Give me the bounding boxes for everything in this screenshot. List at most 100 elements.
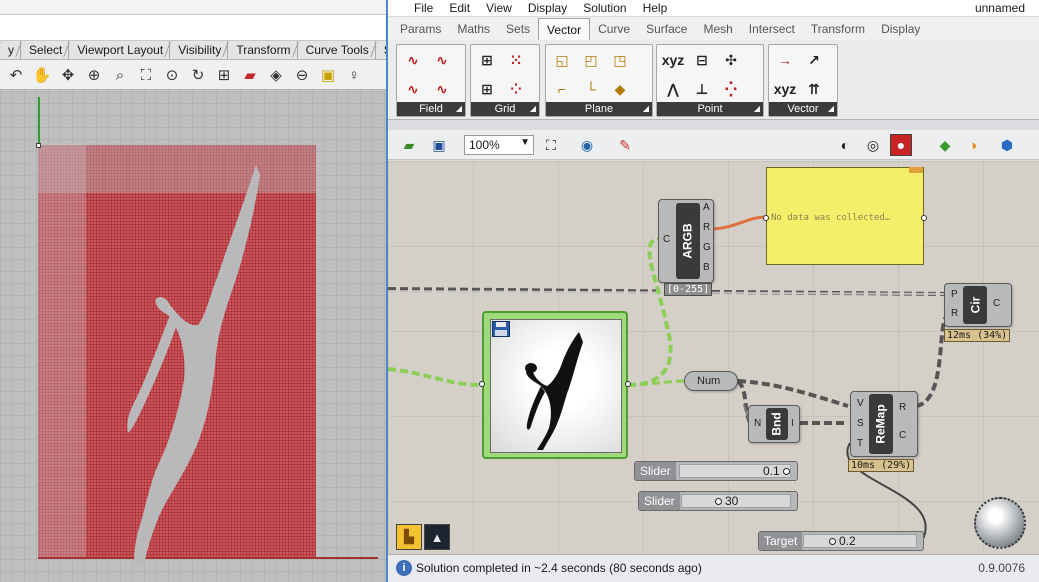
circle-input-p[interactable]: P: [951, 289, 958, 300]
zoom-extents-icon[interactable]: ⛶: [134, 63, 158, 87]
panel-input-pin[interactable]: [763, 215, 769, 221]
argb-output-b[interactable]: B: [703, 262, 710, 273]
tab-maths[interactable]: Maths: [449, 18, 498, 40]
grid-icon[interactable]: ⊞: [474, 76, 500, 102]
grid-icon[interactable]: ⁘: [503, 76, 529, 102]
profiler-icon[interactable]: ▙: [396, 524, 422, 550]
rhino-tab-curve-tools[interactable]: Curve Tools: [298, 41, 376, 59]
gh-canvas[interactable]: ARGB C A R G B [0-255] No data was colle…: [388, 161, 1039, 554]
rhino-command-line[interactable]: [0, 14, 386, 40]
number-slider[interactable]: Slider 0.1: [634, 461, 798, 481]
image-sampler-component[interactable]: [479, 311, 631, 459]
ribbon-group-label[interactable]: Point ◢: [657, 102, 763, 116]
tab-vector[interactable]: Vector: [538, 18, 591, 40]
panel-output-pin[interactable]: [921, 215, 927, 221]
number-param[interactable]: Num: [684, 371, 738, 391]
tab-curve[interactable]: Curve: [590, 18, 638, 40]
panel-component[interactable]: No data was collected…: [763, 167, 927, 265]
zoom-select[interactable]: 100% ▼: [464, 135, 534, 155]
plane-icon[interactable]: └: [578, 76, 604, 102]
plane-icon[interactable]: ◆: [607, 76, 633, 102]
pan-hand-icon[interactable]: ✋: [30, 63, 54, 87]
zoom-window-icon[interactable]: ⌕: [108, 63, 132, 87]
remap-input-t[interactable]: T: [857, 438, 863, 449]
rhino-tab-select[interactable]: Select: [21, 41, 70, 59]
preview-selected-icon[interactable]: ◆: [934, 134, 956, 156]
preview-color-icon[interactable]: ◑: [962, 134, 984, 156]
zoom-dynamic-icon[interactable]: ⊕: [82, 63, 106, 87]
slider-knob[interactable]: [829, 538, 836, 545]
rhino-tab-viewport-layout[interactable]: Viewport Layout: [69, 41, 171, 59]
tab-intersect[interactable]: Intersect: [741, 18, 803, 40]
navigation-ball[interactable]: [974, 497, 1026, 549]
ribbon-group-label[interactable]: Field ◢: [397, 102, 465, 116]
plane-icon[interactable]: ◳: [607, 47, 633, 73]
tab-display[interactable]: Display: [873, 18, 928, 40]
preview-off-icon[interactable]: ●: [890, 134, 912, 156]
menu-display[interactable]: Display: [520, 0, 575, 16]
rotate-view-icon[interactable]: ✥: [56, 63, 80, 87]
point-icon[interactable]: ✣: [718, 47, 744, 73]
tab-params[interactable]: Params: [392, 18, 449, 40]
point-icon[interactable]: ⋀: [660, 76, 686, 102]
image-output-pin[interactable]: [625, 381, 631, 387]
undo-icon[interactable]: ↶: [4, 63, 28, 87]
remap-input-s[interactable]: S: [857, 418, 864, 429]
tab-sets[interactable]: Sets: [498, 18, 538, 40]
slider-value[interactable]: 0.1: [763, 464, 793, 478]
lightbulb-icon[interactable]: ♀: [342, 63, 366, 87]
tab-surface[interactable]: Surface: [638, 18, 695, 40]
argb-input-c[interactable]: C: [663, 234, 670, 245]
plane-icon[interactable]: ◰: [578, 47, 604, 73]
menu-view[interactable]: View: [478, 0, 520, 16]
slider-knob[interactable]: [783, 468, 791, 475]
panel-resize-handle[interactable]: [909, 167, 923, 173]
cplane-icon[interactable]: ▣: [316, 63, 340, 87]
menu-file[interactable]: File: [406, 0, 441, 16]
viewport-grip-handle[interactable]: [36, 143, 41, 148]
remap-output-c[interactable]: C: [899, 430, 906, 441]
bounds-input-n[interactable]: N: [754, 418, 761, 429]
rotate-icon[interactable]: ↻: [186, 63, 210, 87]
field-icon[interactable]: ∿: [400, 76, 426, 102]
open-file-icon[interactable]: ▰: [398, 134, 420, 156]
argb-component[interactable]: ARGB C A R G B: [658, 199, 714, 283]
eye-icon[interactable]: ◉: [576, 134, 598, 156]
render-icon[interactable]: ⬢: [996, 134, 1018, 156]
number-slider[interactable]: Slider 30: [638, 491, 798, 511]
plane-icon[interactable]: ⌐: [549, 76, 575, 102]
remap-input-v[interactable]: V: [857, 398, 864, 409]
remap-output-r[interactable]: R: [899, 402, 906, 413]
vector-icon[interactable]: →: [772, 47, 798, 73]
point-icon[interactable]: ⊥: [689, 76, 715, 102]
ribbon-group-label[interactable]: Plane ◢: [546, 102, 652, 116]
point-icon[interactable]: xyz: [660, 47, 686, 73]
preview-shaded-icon[interactable]: ◐: [834, 134, 856, 156]
bounds-component[interactable]: Bnd N I: [748, 405, 800, 443]
rhino-tab-surface[interactable]: Surfa: [376, 41, 386, 59]
slider-knob[interactable]: [715, 498, 722, 505]
rhino-viewport[interactable]: [0, 91, 386, 582]
car-render-icon[interactable]: ▰: [238, 63, 262, 87]
material-icon[interactable]: ◈: [264, 63, 288, 87]
grid-icon[interactable]: ⊞: [474, 47, 500, 73]
grid-icon[interactable]: ⁙: [503, 47, 529, 73]
point-icon[interactable]: ⊟: [689, 47, 715, 73]
sketch-icon[interactable]: ✎: [614, 134, 636, 156]
menu-help[interactable]: Help: [635, 0, 676, 16]
menu-solution[interactable]: Solution: [575, 0, 634, 16]
slider-value[interactable]: 30: [715, 494, 738, 508]
zoom-extents-icon[interactable]: ⛶: [540, 134, 562, 156]
save-icon[interactable]: ▣: [428, 134, 450, 156]
circle-component[interactable]: Cir P R C: [944, 283, 1012, 327]
menu-edit[interactable]: Edit: [441, 0, 478, 16]
field-icon[interactable]: ∿: [400, 47, 426, 73]
bounds-output-i[interactable]: I: [791, 418, 794, 429]
save-icon[interactable]: [492, 321, 510, 337]
slider-track[interactable]: [803, 534, 917, 548]
plane-icon[interactable]: ◱: [549, 47, 575, 73]
circle-output-c[interactable]: C: [993, 298, 1000, 309]
remap-component[interactable]: ReMap V S T R C: [850, 391, 918, 457]
circle-input-r[interactable]: R: [951, 308, 958, 319]
ribbon-group-label[interactable]: Vector ◢: [769, 102, 837, 116]
